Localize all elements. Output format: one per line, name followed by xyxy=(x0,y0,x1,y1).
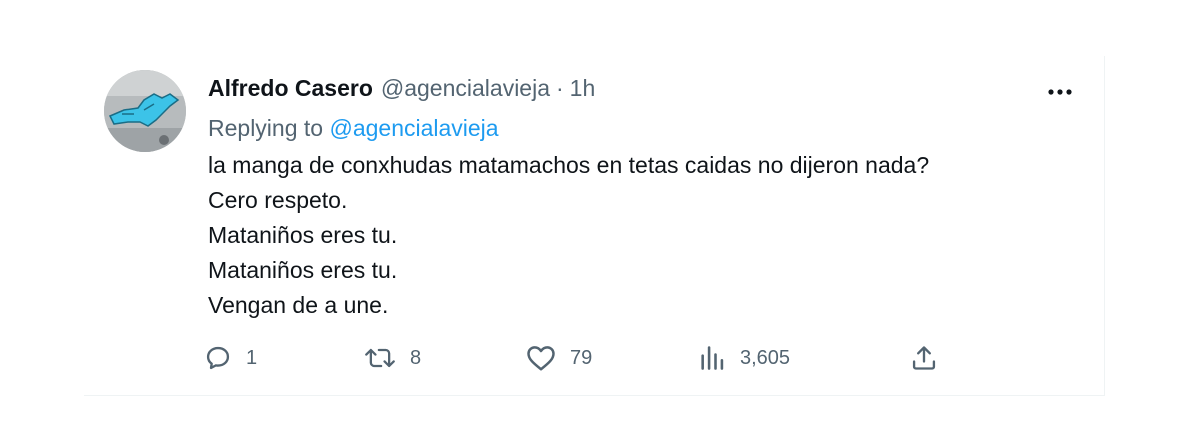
retweet-count: 8 xyxy=(410,346,422,369)
retweet-icon xyxy=(365,348,395,368)
replying-handle-link[interactable]: @agencialavieja xyxy=(329,115,498,141)
like-count: 79 xyxy=(570,346,593,369)
reply-count: 1 xyxy=(246,346,258,369)
views-button[interactable]: 3,605 xyxy=(698,342,790,374)
avatar[interactable] xyxy=(104,70,186,152)
bar-chart-icon xyxy=(701,346,724,370)
tweet-card[interactable]: Alfredo Casero @agencialavieja · 1h Repl… xyxy=(84,56,1105,396)
tweet-text: la manga de conxhudas matamachos en teta… xyxy=(208,148,929,323)
tweet-text-line: la manga de conxhudas matamachos en teta… xyxy=(208,152,930,178)
heart-icon xyxy=(527,346,555,371)
tweet-text-line: Cero respeto. xyxy=(208,187,348,213)
retweet-button[interactable]: 8 xyxy=(364,342,421,374)
separator-dot: · xyxy=(556,75,564,101)
tweet-text-line: Vengan de a une. xyxy=(208,292,389,318)
tweet-actions: 1 8 79 3,605 xyxy=(204,342,944,374)
reply-bubble-icon xyxy=(206,346,230,370)
more-options-button[interactable] xyxy=(1044,82,1080,102)
author-handle[interactable]: @agencialavieja xyxy=(381,74,550,102)
replying-to: Replying to @agencialavieja xyxy=(208,114,499,142)
tweet-text-line: Mataniños eres tu. xyxy=(208,222,398,248)
views-count: 3,605 xyxy=(740,346,791,369)
tweet-header: Alfredo Casero @agencialavieja · 1h xyxy=(208,74,595,102)
timestamp[interactable]: 1h xyxy=(570,74,596,102)
like-button[interactable]: 79 xyxy=(526,342,592,374)
tweet-text-line: Mataniños eres tu. xyxy=(208,257,398,283)
share-button[interactable] xyxy=(910,342,938,374)
replying-prefix: Replying to xyxy=(208,115,324,141)
share-upload-icon xyxy=(912,346,936,370)
reply-button[interactable]: 1 xyxy=(204,342,257,374)
more-horizontal-icon xyxy=(1048,89,1072,95)
author-name[interactable]: Alfredo Casero xyxy=(208,74,373,102)
